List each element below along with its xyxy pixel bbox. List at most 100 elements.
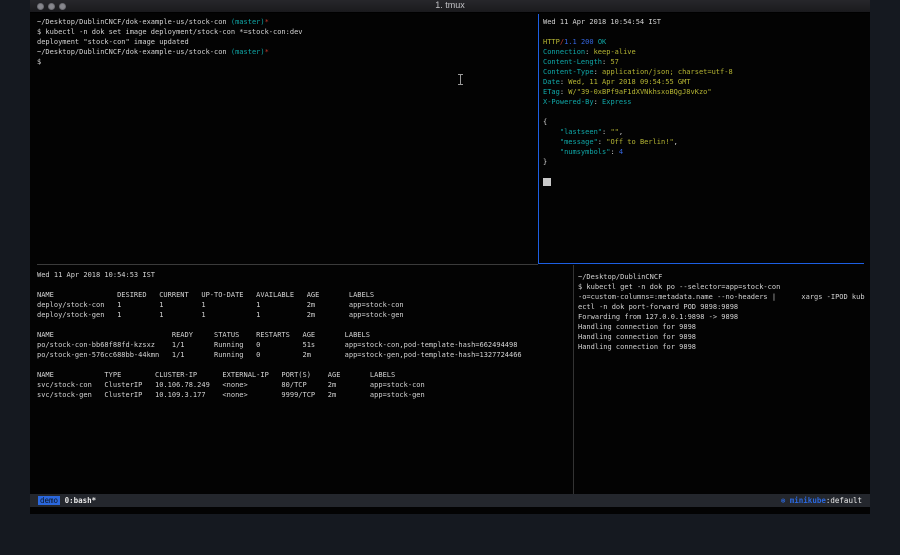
text-segment: * xyxy=(265,18,269,26)
terminal-line: { xyxy=(543,117,865,127)
status-right: ⊛ minikube:default xyxy=(781,494,862,507)
text-segment: (master) xyxy=(231,18,265,26)
terminal-line xyxy=(37,320,569,330)
terminal-line: deployment "stock-con" image updated xyxy=(37,37,535,47)
terminal-line: NAME TYPE CLUSTER-IP EXTERNAL-IP PORT(S)… xyxy=(37,370,569,380)
text-segment: $ kubectl -n dok set image deployment/st… xyxy=(37,28,303,36)
pane-divider-vertical-active[interactable] xyxy=(538,14,539,264)
text-segment: ~/Desktop/DublinCNCF/dok-example-us/stoc… xyxy=(37,48,231,56)
text-segment: } xyxy=(543,158,547,166)
terminal-cursor xyxy=(543,178,551,186)
text-segment: deploy/stock-con 1 1 1 1 2m app=stock-co… xyxy=(37,301,404,309)
text-segment: "numsymbols" xyxy=(560,148,611,156)
kube-namespace-name: default xyxy=(830,496,862,505)
text-segment: "" xyxy=(610,128,618,136)
terminal-line: po/stock-con-bb68f88fd-kzsxz 1/1 Running… xyxy=(37,340,569,350)
text-segment: "lastseen" xyxy=(560,128,602,136)
terminal-content: ~/Desktop/DublinCNCF/dok-example-us/stoc… xyxy=(30,14,870,514)
text-segment: Wed 11 Apr 2018 10:54:53 IST xyxy=(37,271,155,279)
terminal-line: ETag: W/"39-0xBPf9aF1dXVNkhsxoBQgJ8vKzo" xyxy=(543,87,865,97)
text-segment: Content-Length xyxy=(543,58,602,66)
text-segment: ~/Desktop/DublinCNCF/dok-example-us/stoc… xyxy=(37,18,231,26)
tmux-window-name: 0:bash* xyxy=(65,496,97,505)
terminal-line: ~/Desktop/DublinCNCF/dok-example-us/stoc… xyxy=(37,47,535,57)
text-segment: Forwarding from 127.0.0.1:9898 -> 9898 xyxy=(578,313,738,321)
text-segment: deployment "stock-con" image updated xyxy=(37,38,189,46)
text-segment: 200 xyxy=(581,38,594,46)
text-segment: Connection xyxy=(543,48,585,56)
tmux-pane-top-left[interactable]: ~/Desktop/DublinCNCF/dok-example-us/stoc… xyxy=(37,17,535,262)
terminal-line: NAME READY STATUS RESTARTS AGE LABELS xyxy=(37,330,569,340)
text-segment: ETag xyxy=(543,88,560,96)
text-segment: NAME DESIRED CURRENT UP-TO-DATE AVAILABL… xyxy=(37,291,374,299)
text-segment: (master) xyxy=(231,48,265,56)
text-segment: : xyxy=(598,138,606,146)
terminal-line: Handling connection for 9898 xyxy=(578,322,870,332)
text-segment: { xyxy=(543,118,547,126)
helm-icon: ⊛ xyxy=(781,496,790,505)
pane-divider-vertical[interactable] xyxy=(573,265,574,494)
terminal-line: Wed 11 Apr 2018 10:54:54 IST xyxy=(543,17,865,27)
terminal-line xyxy=(543,177,865,187)
terminal-line: Content-Length: 57 xyxy=(543,57,865,67)
window-title: 1. tmux xyxy=(30,0,870,10)
tmux-pane-bottom-left[interactable]: Wed 11 Apr 2018 10:54:53 IST NAME DESIRED… xyxy=(37,270,569,492)
terminal-line xyxy=(543,107,865,117)
text-segment: $ kubectl get -n dok po --selector=app=s… xyxy=(578,283,780,291)
terminal-line: Forwarding from 127.0.0.1:9898 -> 9898 xyxy=(578,312,870,322)
terminal-line: $ kubectl -n dok set image deployment/st… xyxy=(37,27,535,37)
terminal-line: "lastseen": "", xyxy=(543,127,865,137)
tmux-status-bar: demo 0:bash* ⊛ minikube:default xyxy=(30,494,870,507)
pane-divider-horizontal[interactable] xyxy=(37,264,538,265)
terminal-line: ~/Desktop/DublinCNCF xyxy=(578,272,870,282)
terminal-line: Connection: keep-alive xyxy=(543,47,865,57)
zoom-button-icon[interactable] xyxy=(59,3,66,10)
kube-context-name: minikube xyxy=(790,496,826,505)
text-segment: OK xyxy=(598,38,606,46)
status-left[interactable]: demo 0:bash* xyxy=(38,494,96,507)
terminal-line: Handling connection for 9898 xyxy=(578,332,870,342)
terminal-line: $ kubectl get -n dok po --selector=app=s… xyxy=(578,282,870,292)
terminal-window: 1. tmux ~/Desktop/DublinCNCF/dok-example… xyxy=(30,0,870,514)
minimize-button-icon[interactable] xyxy=(48,3,55,10)
text-segment: Handling connection for 9898 xyxy=(578,343,696,351)
text-segment: deploy/stock-gen 1 1 1 1 2m app=stock-ge… xyxy=(37,311,404,319)
text-segment: HTTP xyxy=(543,38,560,46)
terminal-line: ~/Desktop/DublinCNCF/dok-example-us/stoc… xyxy=(37,17,535,27)
text-segment: po/stock-con-bb68f88fd-kzsxz 1/1 Running… xyxy=(37,341,517,349)
tmux-pane-top-right[interactable]: Wed 11 Apr 2018 10:54:54 ISTHTTP/1.1 200… xyxy=(543,17,865,262)
text-segment: application/json; charset=utf-8 xyxy=(602,68,733,76)
text-cursor-pointer-icon xyxy=(458,74,463,85)
terminal-line: Handling connection for 9898 xyxy=(578,342,870,352)
terminal-line: svc/stock-gen ClusterIP 10.109.3.177 <no… xyxy=(37,390,569,400)
terminal-line: deploy/stock-gen 1 1 1 1 2m app=stock-ge… xyxy=(37,310,569,320)
text-segment: 4 xyxy=(619,148,623,156)
terminal-line xyxy=(543,27,865,37)
traffic-lights xyxy=(37,3,66,10)
terminal-line: ectl -n dok port-forward POD 9898:9898 xyxy=(578,302,870,312)
tmux-pane-bottom-right[interactable]: ~/Desktop/DublinCNCF$ kubectl get -n dok… xyxy=(578,272,870,492)
text-segment: $ xyxy=(37,58,41,66)
text-segment: svc/stock-gen ClusterIP 10.109.3.177 <no… xyxy=(37,391,425,399)
text-segment: : xyxy=(594,68,602,76)
terminal-line: Date: Wed, 11 Apr 2018 09:54:55 GMT xyxy=(543,77,865,87)
terminal-line xyxy=(543,167,865,177)
text-segment: Handling connection for 9898 xyxy=(578,333,696,341)
text-segment: 1.1 xyxy=(564,38,577,46)
terminal-line: -o=custom-columns=:metadata.name --no-he… xyxy=(578,292,870,302)
text-segment xyxy=(543,148,560,156)
terminal-line: deploy/stock-con 1 1 1 1 2m app=stock-co… xyxy=(37,300,569,310)
close-button-icon[interactable] xyxy=(37,3,44,10)
text-segment: , xyxy=(619,128,623,136)
text-segment: * xyxy=(265,48,269,56)
window-titlebar[interactable]: 1. tmux xyxy=(30,0,870,13)
text-segment: "message" xyxy=(560,138,598,146)
text-segment: : xyxy=(585,48,593,56)
text-segment xyxy=(543,128,560,136)
terminal-line xyxy=(37,280,569,290)
terminal-line: } xyxy=(543,157,865,167)
pane-divider-horizontal-active[interactable] xyxy=(538,263,864,264)
text-segment: Wed, 11 Apr 2018 09:54:55 GMT xyxy=(568,78,690,86)
terminal-line xyxy=(37,360,569,370)
text-segment: po/stock-gen-576cc688bb-44kmn 1/1 Runnin… xyxy=(37,351,522,359)
